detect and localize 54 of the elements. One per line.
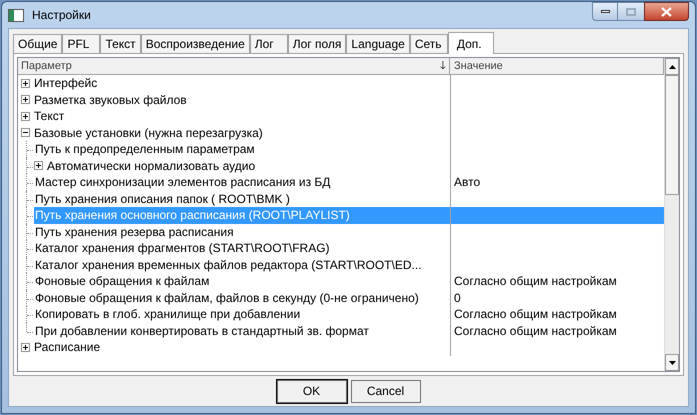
parameter-label[interactable]: При добавлении конвертировать в стандартный зв. формат	[34, 322, 373, 339]
scroll-thumb[interactable]	[665, 75, 679, 195]
tab[interactable]: Сеть	[410, 34, 448, 53]
tab[interactable]: Воспроизведение	[140, 34, 250, 53]
value-text: Согласно общим настройкам	[454, 273, 617, 290]
down-arrow-icon	[668, 360, 676, 364]
expand-icon[interactable]	[21, 78, 30, 88]
tab[interactable]: Language	[346, 34, 410, 53]
scrollbar[interactable]	[664, 58, 679, 371]
expand-icon[interactable]	[21, 342, 30, 352]
parameter-label[interactable]: Путь к предопределенным параметрам	[34, 141, 259, 158]
value-text: 0	[454, 290, 461, 307]
parameter-label[interactable]: Фоновые обращения к файлам, файлов в секунду (0-не ограничено)	[34, 290, 423, 306]
sort-arrow-icon: 🡓	[440, 58, 446, 74]
tab[interactable]: Лог поля	[288, 34, 346, 53]
parameter-label[interactable]: Путь хранения резерва расписания	[34, 224, 238, 240]
value-text: Согласно общим настройкам	[454, 322, 617, 340]
expand-icon[interactable]	[21, 95, 30, 104]
parameter-label[interactable]: Расписание	[33, 339, 104, 356]
expand-icon[interactable]	[21, 112, 30, 121]
column-header[interactable]: Значение	[450, 58, 664, 75]
parameter-label[interactable]: Текст	[33, 108, 68, 124]
parameter-label[interactable]: Путь хранения описания папок ( ROOT\BMK )	[34, 190, 294, 207]
tab[interactable]: PFL	[62, 34, 100, 53]
parameter-label[interactable]: Автоматически нормализовать аудио	[46, 158, 260, 174]
parameter-label[interactable]: Копировать в глоб. хранилище при добавлении	[34, 306, 304, 322]
ok-button[interactable]: OK	[276, 380, 346, 402]
scroll-up-button[interactable]	[665, 58, 679, 75]
app-icon	[8, 8, 24, 22]
parameter-label[interactable]: Каталог хранения фрагментов (START\ROOT\FRAG)	[34, 240, 334, 256]
tab[interactable]: Лог	[250, 34, 288, 53]
expand-icon[interactable]	[34, 161, 43, 170]
parameter-label[interactable]: Фоновые обращения к файлам	[34, 273, 214, 290]
close-button[interactable]	[644, 2, 689, 21]
tab[interactable]: Общие	[13, 34, 62, 53]
value-text: Авто	[454, 174, 480, 192]
scroll-down-button[interactable]	[665, 354, 679, 371]
close-icon	[661, 6, 672, 16]
up-arrow-icon	[668, 64, 676, 68]
parameter-label[interactable]: Каталог хранения временных файлов редактора (START\ROOT\ED...	[34, 256, 426, 273]
tab[interactable]: Доп.	[448, 32, 494, 54]
cancel-button[interactable]: Cancel	[350, 380, 420, 402]
parameter-label[interactable]: Интерфейс	[33, 75, 102, 92]
parameter-label[interactable]: Разметка звуковых файлов	[33, 92, 191, 108]
collapse-icon[interactable]	[21, 128, 30, 138]
value-text: Согласно общим настройкам	[454, 306, 617, 324]
tab[interactable]: Текст	[100, 34, 141, 53]
minimize-icon	[600, 10, 610, 13]
window-title: Настройки	[32, 7, 91, 24]
parameter-label[interactable]: Базовые установки (нужна перезагрузка)	[33, 124, 267, 141]
parameter-label[interactable]: Мастер синхронизации элементов расписания из БД	[34, 174, 334, 190]
maximize-icon	[626, 8, 636, 16]
column-header[interactable]: Параметр 🡓	[18, 58, 450, 75]
minimize-button[interactable]	[592, 2, 618, 21]
